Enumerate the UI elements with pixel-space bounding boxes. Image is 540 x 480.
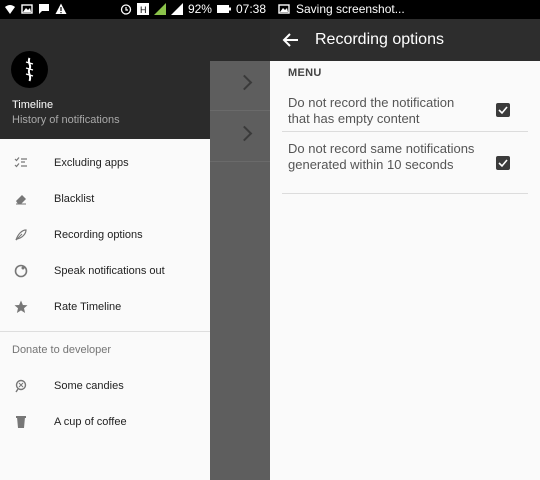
hd-icon: H <box>136 3 149 15</box>
page-title: Recording options <box>315 31 444 48</box>
checklist-icon <box>14 157 27 168</box>
svg-text:H: H <box>140 5 147 15</box>
feather-logo-icon <box>25 57 34 82</box>
menu-item-some-candies[interactable]: Some candies <box>0 368 210 404</box>
option-label: Do not record same notifications generat… <box>288 141 475 172</box>
app-bar: Recording options <box>270 19 540 61</box>
chevron-right-icon <box>236 74 253 91</box>
back-arrow-icon[interactable] <box>280 29 302 51</box>
alarm-icon <box>120 4 132 15</box>
warning-icon <box>55 3 67 14</box>
menu-item-label: Speak notifications out <box>54 265 165 277</box>
speech-icon <box>14 264 28 278</box>
battery-icon <box>216 5 231 13</box>
donate-section-label: Donate to developer <box>12 344 112 356</box>
coffee-icon <box>16 416 26 428</box>
menu-item-label: Rate Timeline <box>54 301 122 313</box>
background-row <box>210 61 270 111</box>
signal-icon <box>153 3 166 15</box>
checkbox-same-notifications[interactable] <box>496 156 510 170</box>
status-icons-right: H 92% 07:38 <box>120 2 266 16</box>
image-icon <box>21 4 33 14</box>
menu-item-speak-notifications[interactable]: Speak notifications out <box>0 253 210 289</box>
section-header: MENU <box>288 67 322 79</box>
background-row <box>210 112 270 162</box>
menu-item-cup-of-coffee[interactable]: A cup of coffee <box>0 404 210 440</box>
screenshot-icon <box>278 4 290 14</box>
menu-item-label: Excluding apps <box>54 157 129 169</box>
menu-item-label: A cup of coffee <box>54 416 127 428</box>
left-panel: H 92% 07:38 Timeline History of notifica… <box>0 0 270 480</box>
menu-item-excluding-apps[interactable]: Excluding apps <box>0 145 210 181</box>
battery-percent: 92% <box>187 2 212 16</box>
menu-item-label: Recording options <box>54 229 143 241</box>
check-icon <box>498 106 508 115</box>
navigation-drawer: Timeline History of notifications Exclud… <box>0 19 210 480</box>
drawer-header: Timeline History of notifications <box>0 19 210 139</box>
clock: 07:38 <box>235 2 266 16</box>
candy-icon <box>15 379 27 393</box>
status-notice-text: Saving screenshot... <box>296 2 405 16</box>
option-same-notifications[interactable]: Do not record same notifications generat… <box>282 132 528 194</box>
signal-2-icon <box>170 3 183 15</box>
feather-icon <box>15 229 27 241</box>
status-icons-left <box>4 3 67 15</box>
background-toolbar <box>210 19 270 61</box>
menu-item-label: Some candies <box>54 380 124 392</box>
status-bar: Saving screenshot... <box>270 0 540 19</box>
menu-item-label: Blacklist <box>54 193 95 205</box>
option-label: Do not record the notification that has … <box>288 95 455 126</box>
app-subtitle: History of notifications <box>12 114 120 126</box>
wifi-icon <box>5 5 15 14</box>
star-icon <box>14 300 28 313</box>
check-icon <box>498 159 508 168</box>
donate-menu: Some candies A cup of coffee <box>0 368 210 440</box>
status-bar: H 92% 07:38 <box>0 0 270 19</box>
menu-item-recording-options[interactable]: Recording options <box>0 217 210 253</box>
menu-item-rate-timeline[interactable]: Rate Timeline <box>0 289 210 325</box>
message-icon <box>39 4 49 14</box>
right-panel: Saving screenshot... Recording options M… <box>270 0 540 480</box>
status-notice: Saving screenshot... <box>278 2 405 16</box>
eraser-icon <box>16 195 26 205</box>
chevron-right-icon <box>236 125 253 142</box>
drawer-menu: Excluding apps Blacklist Recording optio… <box>0 139 210 325</box>
menu-item-blacklist[interactable]: Blacklist <box>0 181 210 217</box>
app-title: Timeline <box>12 99 54 111</box>
checkbox-empty-content[interactable] <box>496 103 510 117</box>
option-empty-content[interactable]: Do not record the notification that has … <box>282 86 528 132</box>
app-logo <box>11 51 48 88</box>
